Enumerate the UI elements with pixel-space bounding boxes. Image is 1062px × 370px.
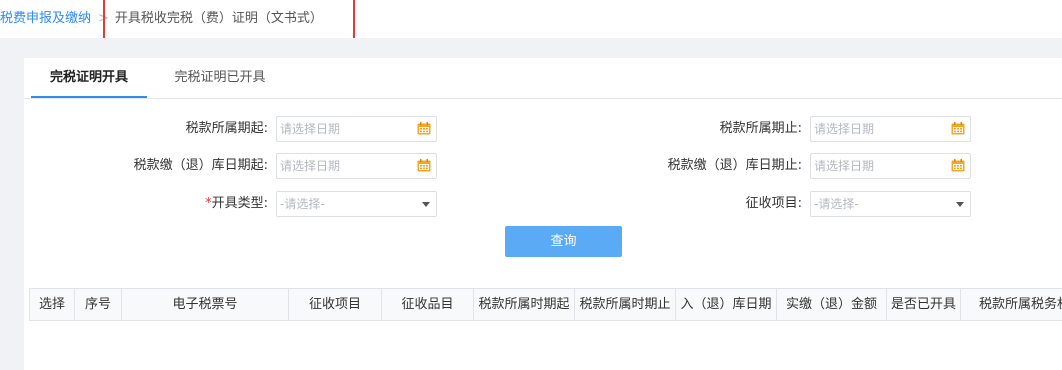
tax-period-end-field[interactable] (810, 116, 971, 142)
levy-item-label: 征收项目: (745, 196, 802, 211)
chevron-down-icon[interactable] (422, 202, 430, 207)
column-header-e-ticket-no: 电子税票号 (122, 289, 289, 320)
chevron-down-icon[interactable] (956, 202, 964, 207)
column-header-issued: 是否已开具 (887, 289, 961, 320)
tab-certificate-issue[interactable]: 完税证明开具 (31, 58, 147, 98)
tab-certificate-issued[interactable]: 完税证明已开具 (162, 58, 278, 98)
tax-period-start-field[interactable] (276, 116, 437, 142)
tab-bar: 完税证明开具 完税证明已开具 (24, 58, 1062, 99)
storage-date-end-input[interactable] (811, 154, 944, 178)
column-header-index: 序号 (75, 289, 122, 320)
column-header-paid-amount: 实缴（退）金额 (777, 289, 887, 320)
levy-item-selected-value: -请选择- (814, 197, 859, 211)
column-header-levy-item: 征收项目 (289, 289, 382, 320)
column-header-period-start: 税款所属时期起 (474, 289, 575, 320)
breadcrumb-separator: > (98, 11, 109, 26)
storage-date-start-field[interactable] (276, 153, 437, 179)
breadcrumb-link-tax-declaration[interactable]: 税费申报及缴纳 (0, 11, 91, 26)
results-table: 选择 序号 电子税票号 征收项目 征收品目 税款所属时期起 税款所属时期止 入（… (29, 288, 1062, 321)
column-header-select: 选择 (30, 289, 75, 320)
column-header-tax-authority: 税款所属税务机 (979, 297, 1062, 312)
storage-date-end-label: 税款缴（退）库日期止: (667, 158, 802, 173)
breadcrumb-current: 开具税收完税（费）证明（文书式） (114, 11, 323, 26)
levy-item-select[interactable]: -请选择- (810, 191, 971, 217)
tax-period-start-input[interactable] (277, 117, 410, 141)
query-button[interactable]: 查询 (505, 226, 622, 257)
calendar-icon[interactable] (951, 159, 965, 172)
tax-period-start-label: 税款所属期起: (185, 121, 268, 136)
page-background-band (0, 38, 1062, 58)
issue-type-select[interactable]: -请选择- (276, 191, 437, 217)
breadcrumb: 税费申报及缴纳 > 开具税收完税（费）证明（文书式） (0, 10, 323, 28)
page-background-left (0, 58, 24, 370)
issue-type-label: *开具类型: (205, 191, 268, 217)
calendar-icon[interactable] (951, 122, 965, 135)
column-header-levy-category: 征收品目 (382, 289, 474, 320)
storage-date-start-label: 税款缴（退）库日期起: (133, 158, 268, 173)
issue-type-label-text: 开具类型: (211, 196, 268, 211)
tax-period-end-input[interactable] (811, 117, 944, 141)
tax-period-end-label: 税款所属期止: (719, 121, 802, 136)
issue-type-selected-value: -请选择- (280, 197, 325, 211)
storage-date-end-field[interactable] (810, 153, 971, 179)
calendar-icon[interactable] (417, 122, 431, 135)
storage-date-start-input[interactable] (277, 154, 410, 178)
column-header-period-end: 税款所属时期止 (575, 289, 676, 320)
column-header-storage-date: 入（退）库日期 (676, 289, 777, 320)
calendar-icon[interactable] (417, 159, 431, 172)
